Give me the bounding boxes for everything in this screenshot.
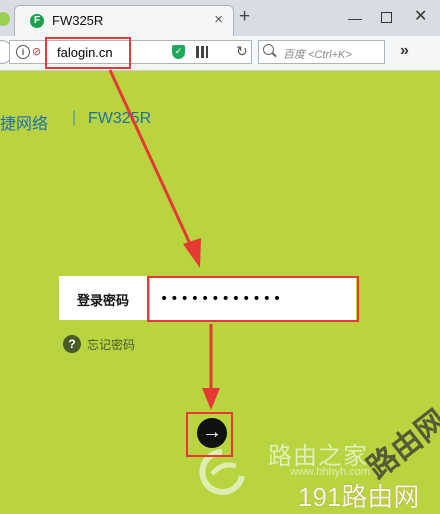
arrow-to-password <box>108 69 194 249</box>
favicon-icon: F <box>30 14 44 28</box>
submit-highlight-box <box>186 412 233 457</box>
new-tab-button[interactable]: + <box>239 7 250 26</box>
header-separator: | <box>72 109 77 126</box>
refresh-button[interactable]: ↻ <box>236 43 248 60</box>
password-highlight-box <box>147 276 359 322</box>
model-name: FW325R <box>88 110 152 127</box>
browser-logo-icon <box>0 12 10 26</box>
maximize-button[interactable] <box>381 12 392 23</box>
watermark-site: 191路由网 <box>298 482 420 512</box>
shield-icon[interactable]: ✓ <box>172 45 185 59</box>
minimize-button[interactable]: — <box>348 10 362 26</box>
password-label-box: 登录密码 <box>59 276 147 320</box>
brand-name: 捷网络 <box>0 116 49 133</box>
search-placeholder: 百度 <Ctrl+K> <box>283 49 352 61</box>
search-icon <box>263 44 274 55</box>
more-tools-button[interactable]: » <box>400 42 409 60</box>
arrow-to-password-head <box>183 238 201 268</box>
tab-fw325r[interactable]: F FW325R × <box>14 5 234 36</box>
qr-code-icon[interactable] <box>196 46 208 58</box>
forgot-password-label[interactable]: 忘记密码 <box>87 336 135 353</box>
info-icon[interactable]: i <box>16 45 30 59</box>
url-highlight-box <box>45 37 131 69</box>
arrow-to-submit-head <box>202 388 220 410</box>
question-icon: ? <box>63 335 81 353</box>
password-label: 登录密码 <box>76 293 129 308</box>
close-tab-icon[interactable]: × <box>214 11 223 28</box>
tab-bar: F FW325R × + — ✕ <box>0 0 440 36</box>
tab-title: FW325R <box>52 13 104 28</box>
insecure-lock-icon: ⊘ <box>32 46 42 58</box>
search-box[interactable]: 百度 <Ctrl+K> <box>258 40 385 64</box>
close-window-button[interactable]: ✕ <box>414 6 427 26</box>
